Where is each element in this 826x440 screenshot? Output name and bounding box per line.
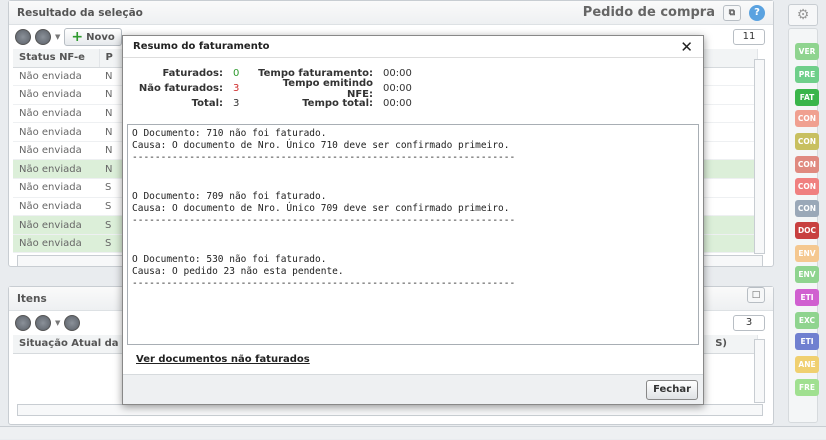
total-label: Total: (191, 98, 223, 109)
chevron-down-icon[interactable]: ▼ (55, 319, 60, 327)
side-tag-con[interactable]: CON (795, 156, 819, 173)
tempo-total-label: Tempo total: (302, 98, 373, 109)
result-panel-header: Resultado da seleção Pedido de compra ⧉ … (9, 1, 773, 25)
side-tag-exc[interactable]: EXC (795, 312, 819, 329)
message-block: O Documento: 530 não foi faturado. Causa… (132, 254, 516, 289)
side-tag-ane[interactable]: ANE (795, 356, 819, 373)
dialog-title: Resumo do faturamento (133, 41, 270, 52)
maximize-icon[interactable]: □ (747, 287, 765, 303)
side-tag-con[interactable]: CON (795, 200, 819, 217)
tempo-nfe-value: 00:00 (383, 83, 412, 94)
stats-section: Faturados: 0 Tempo faturamento: 00:00 Nã… (123, 58, 703, 111)
message-block: O Documento: 709 não foi faturado. Causa… (132, 191, 516, 226)
column-header-status[interactable]: Status NF-e (13, 49, 100, 68)
dialog-title-bar: Resumo do faturamento ✕ (123, 36, 703, 58)
status-cell: Não enviada (13, 122, 99, 142)
result-panel-title: Resultado da seleção (17, 7, 143, 19)
side-tag-eti[interactable]: ETI (795, 333, 819, 350)
status-cell: Não enviada (13, 67, 99, 87)
messages-textarea[interactable]: O Documento: 710 não foi faturado. Causa… (127, 124, 699, 345)
page-horizontal-scrollbar[interactable] (0, 426, 826, 439)
status-cell: Não enviada (13, 178, 99, 198)
message-block: O Documento: 710 não foi faturado. Causa… (132, 128, 516, 163)
total-value: 3 (233, 98, 240, 109)
status-cell: Não enviada (13, 197, 99, 217)
items-panel-title: Itens (17, 293, 47, 305)
side-tag-ver[interactable]: VER (795, 43, 819, 60)
result-vertical-scrollbar[interactable] (754, 59, 765, 254)
new-button[interactable]: + Novo (64, 28, 122, 46)
tempo-nfe-label: Tempo emitindo NFE: (282, 77, 373, 100)
page-title: Pedido de compra (582, 5, 715, 20)
items-count: 3 (733, 315, 765, 331)
items-horizontal-scrollbar[interactable] (17, 404, 763, 416)
nao-faturados-label: Não faturados: (138, 83, 223, 94)
items-filter-icon[interactable] (35, 315, 51, 331)
gear-icon[interactable]: ⚙ (788, 4, 818, 26)
help-icon[interactable]: ? (749, 5, 765, 21)
close-icon[interactable]: ✕ (680, 36, 693, 58)
side-tag-pre[interactable]: PRE (795, 66, 819, 83)
status-cell: Não enviada (13, 85, 99, 105)
side-tag-fat[interactable]: FAT (795, 89, 819, 106)
plus-icon: + (71, 29, 84, 45)
status-cell: Não enviada (13, 104, 99, 124)
side-tag-con[interactable]: CON (795, 110, 819, 127)
side-bar: ⚙ (788, 0, 820, 26)
tempo-total-value: 00:00 (383, 98, 412, 109)
items-options-icon[interactable] (15, 315, 31, 331)
copy-icon[interactable]: ⧉ (723, 5, 741, 21)
record-count: 11 (733, 29, 765, 45)
faturados-value: 0 (233, 68, 240, 79)
side-tag-fre[interactable]: FRE (795, 379, 819, 396)
status-cell: Não enviada (13, 159, 99, 180)
options-icon[interactable] (15, 29, 31, 45)
side-tag-con[interactable]: CON (795, 133, 819, 150)
new-button-label: Novo (86, 31, 115, 43)
side-tag-con[interactable]: CON (795, 178, 819, 195)
close-button[interactable]: Fechar (646, 380, 698, 400)
status-cell: Não enviada (13, 141, 99, 161)
side-tag-eti[interactable]: ETI (795, 289, 819, 306)
side-tag-env[interactable]: ENV (795, 245, 819, 262)
faturados-label: Faturados: (162, 68, 223, 79)
tempo-faturamento-value: 00:00 (383, 68, 412, 79)
status-cell: Não enviada (13, 234, 99, 254)
filter-icon[interactable] (35, 29, 51, 45)
view-unbilled-link[interactable]: Ver documentos não faturados (136, 354, 310, 365)
side-tag-env[interactable]: ENV (795, 266, 819, 283)
nao-faturados-value: 3 (233, 83, 240, 94)
items-vertical-scrollbar[interactable] (754, 339, 765, 403)
billing-summary-dialog: Resumo do faturamento ✕ Faturados: 0 Tem… (122, 35, 704, 405)
chevron-down-icon[interactable]: ▼ (55, 33, 60, 41)
side-tag-doc[interactable]: DOC (795, 222, 819, 239)
dialog-footer: Fechar (123, 374, 703, 404)
items-action-icon[interactable] (64, 315, 81, 331)
status-cell: Não enviada (13, 215, 99, 235)
